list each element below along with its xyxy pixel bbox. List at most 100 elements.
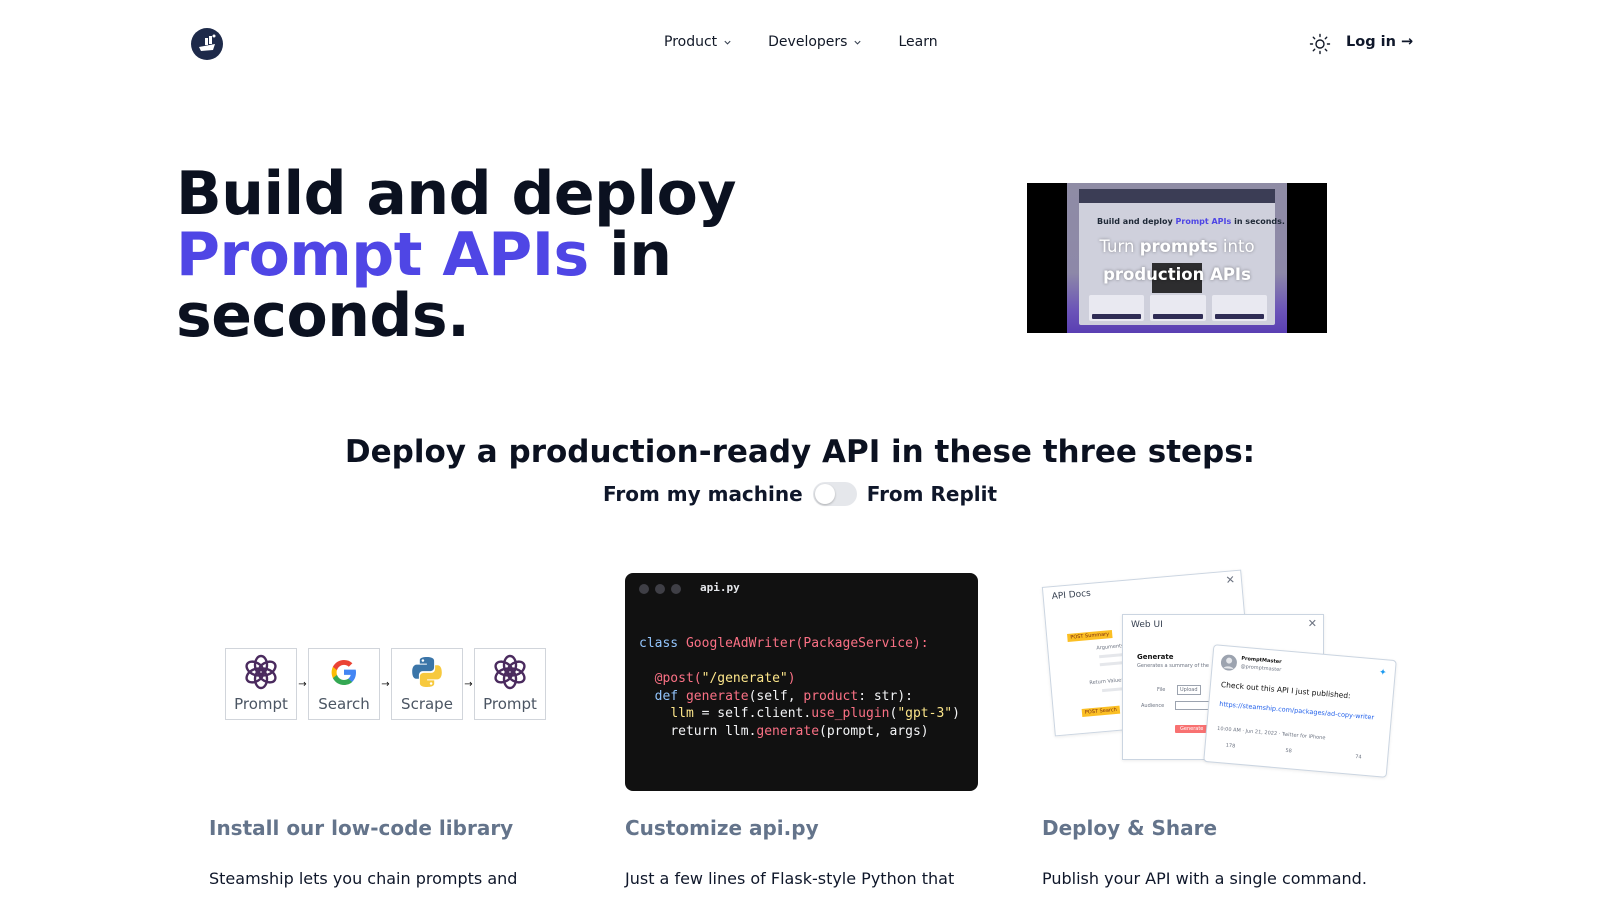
hero-title-part1: Build and deploy xyxy=(176,159,736,229)
top-nav: Product Developers Learn Log in → xyxy=(0,0,1600,88)
window-dot xyxy=(639,584,649,594)
audience-label: Audience xyxy=(1141,703,1165,709)
pipeline-step: Prompt xyxy=(225,648,297,720)
tweet-text: Check out this API I just published: xyxy=(1220,680,1352,701)
pipeline-step: Scrape xyxy=(391,648,463,720)
step-2-body: Just a few lines of Flask-style Python t… xyxy=(625,869,955,888)
code-token: "gpt-3" xyxy=(897,706,953,721)
tweet-meta: 10:00 AM · Jun 21, 2022 · Twitter for iP… xyxy=(1216,725,1326,742)
code-token: @post( xyxy=(654,671,702,686)
google-icon xyxy=(331,660,356,685)
code-token: : str): xyxy=(858,688,913,704)
post-search-tag: POST Search xyxy=(1081,705,1121,717)
code-token: generate xyxy=(685,688,749,704)
code-token: (self, xyxy=(748,688,804,704)
hero-title: Build and deploy Prompt APIs in seconds. xyxy=(176,164,796,347)
code-token: (prompt, args) xyxy=(819,723,929,739)
source-toggle-row: From my machine From Replit xyxy=(0,482,1600,506)
pipeline-diagram: Prompt → Search → Scrape → Prompt xyxy=(225,648,546,720)
video-card xyxy=(1089,295,1145,321)
tweet-retweets: 58 xyxy=(1285,747,1293,755)
arrow-right-icon: → xyxy=(381,678,390,690)
nav-learn[interactable]: Learn xyxy=(898,34,937,50)
video-cards xyxy=(1089,295,1267,321)
hero-title-accent: Prompt APIs xyxy=(176,220,589,290)
source-toggle-switch[interactable] xyxy=(812,482,857,506)
video-card xyxy=(1211,295,1267,321)
code-token: def xyxy=(654,688,686,704)
steamship-logo-icon[interactable] xyxy=(190,27,224,61)
video-caption-1c: into xyxy=(1217,237,1255,256)
hero-title-part3: seconds. xyxy=(176,281,470,351)
video-headline-part2: in seconds. xyxy=(1231,217,1285,226)
code-token: return llm. xyxy=(670,723,757,739)
tweet-replies: 178 xyxy=(1225,742,1236,750)
step-3-body: Publish your API with a single command. xyxy=(1042,869,1367,888)
close-icon: ✕ xyxy=(1307,617,1317,630)
deploy-collage: API Docs ✕ POST Summary Arguments: Retur… xyxy=(1040,569,1400,800)
video-headline-part1: Build and deploy xyxy=(1097,217,1176,226)
generate-button: Generate xyxy=(1175,725,1209,733)
openai-icon xyxy=(494,654,526,690)
nav-developers-label: Developers xyxy=(768,34,848,50)
post-summary-tag: POST Summary xyxy=(1067,630,1113,642)
api-docs-title: API Docs xyxy=(1051,588,1092,603)
return-value-label: Return Value: xyxy=(1089,677,1124,687)
file-label: File xyxy=(1157,687,1166,693)
upload-button: Upload xyxy=(1177,685,1201,695)
code-token: llm xyxy=(670,706,694,721)
generate-heading: Generate xyxy=(1137,653,1174,661)
toggle-knob xyxy=(814,484,835,504)
pipeline-step-label: Search xyxy=(318,695,370,713)
pipeline-step-label: Prompt xyxy=(483,695,537,713)
close-icon: ✕ xyxy=(1225,573,1236,587)
hero-video[interactable]: Build and deploy Prompt APIs in seconds.… xyxy=(1027,183,1327,333)
openai-icon xyxy=(245,654,277,690)
window-dot xyxy=(655,584,665,594)
arrow-right-icon: → xyxy=(298,678,307,690)
login-link[interactable]: Log in → xyxy=(1346,34,1413,50)
toggle-left-label: From my machine xyxy=(602,482,803,506)
code-token: ) xyxy=(787,671,796,686)
step-1-body: Steamship lets you chain prompts and xyxy=(209,869,518,888)
python-icon xyxy=(412,657,442,687)
nav-developers[interactable]: Developers xyxy=(768,34,862,50)
sun-icon[interactable] xyxy=(1309,33,1331,55)
pipeline-step: Prompt xyxy=(474,648,546,720)
chevron-down-icon xyxy=(854,40,862,45)
chevron-down-icon xyxy=(724,40,731,45)
nav-product[interactable]: Product xyxy=(664,34,732,50)
code-token: ) xyxy=(952,706,960,721)
tweet-likes: 74 xyxy=(1354,753,1362,761)
code-token: generate xyxy=(756,723,820,739)
nav-links: Product Developers Learn xyxy=(664,34,938,50)
twitter-bird-icon: ✦ xyxy=(1378,667,1388,679)
toggle-right-label: From Replit xyxy=(866,482,998,506)
video-caption-2b: APIs xyxy=(1204,265,1251,284)
pipeline-step-label: Scrape xyxy=(401,695,453,713)
video-caption-1a: Turn xyxy=(1099,237,1140,256)
generate-subtitle: Generates a summary of the xyxy=(1137,663,1209,669)
code-token: = self.client. xyxy=(693,706,812,721)
window-dot xyxy=(671,584,681,594)
tweet-handle: @promptmaster xyxy=(1240,663,1282,674)
hero-title-part2: in xyxy=(588,220,672,290)
step-2-title: Customize api.py xyxy=(625,816,819,840)
code-filename: api.py xyxy=(700,581,740,594)
video-card xyxy=(1150,295,1206,321)
video-browser-bar xyxy=(1079,189,1275,203)
window-dots xyxy=(639,584,681,594)
code-block: class GoogleAdWriter(PackageService): @p… xyxy=(639,635,960,740)
video-caption-2a: production xyxy=(1103,265,1205,284)
code-token: use_plugin xyxy=(811,706,890,721)
step-1-title: Install our low-code library xyxy=(209,816,514,840)
tweet-link: https://steamship.com/packages/ad-copy-w… xyxy=(1218,699,1375,722)
steps-title: Deploy a production-ready API in these t… xyxy=(344,434,1256,470)
code-token: GoogleAdWriter(PackageService): xyxy=(685,636,929,651)
pipeline-step-label: Prompt xyxy=(234,695,288,713)
pipeline-step: Search xyxy=(308,648,380,720)
code-token: "/generate" xyxy=(701,671,788,686)
tweet-card: PromptMaster @promptmaster ✦ Check out t… xyxy=(1203,644,1397,778)
nav-product-label: Product xyxy=(664,34,718,50)
video-caption: Turn prompts into production APIs xyxy=(1067,233,1287,289)
